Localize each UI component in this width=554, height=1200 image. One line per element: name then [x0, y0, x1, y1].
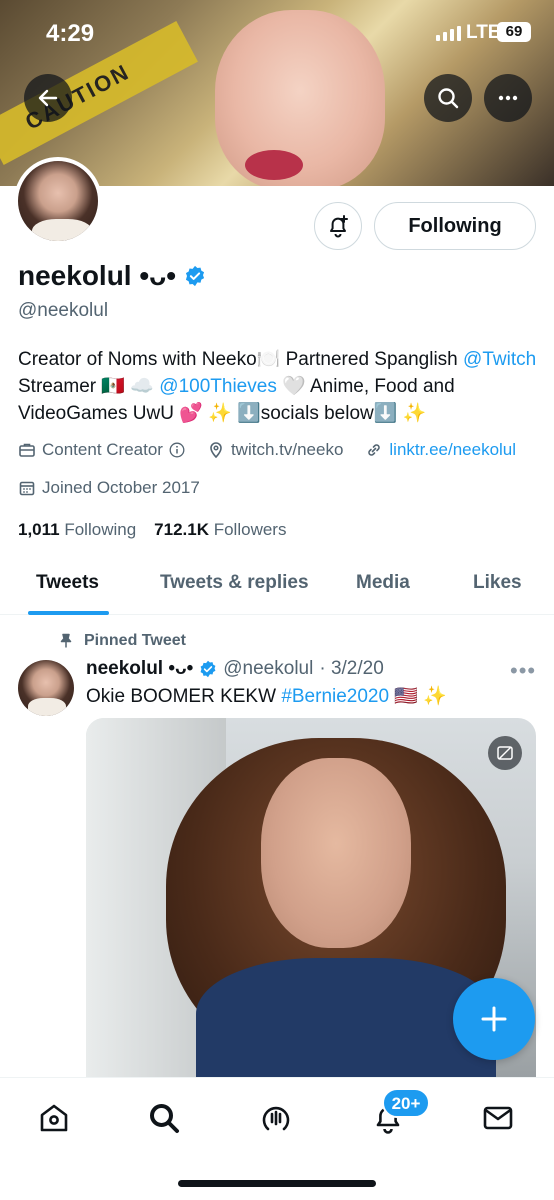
- search-icon: [150, 1104, 179, 1133]
- followers-count: 712.1K: [154, 520, 209, 539]
- profile-avatar[interactable]: [14, 157, 102, 245]
- tab-media[interactable]: Media: [356, 572, 410, 594]
- verified-badge-icon: [200, 660, 216, 678]
- hashtag-link[interactable]: #Bernie2020: [281, 686, 389, 707]
- profile-tabs: Tweets Tweets & replies Media Likes: [0, 556, 554, 615]
- messages-icon: [483, 1106, 513, 1130]
- followers-stat[interactable]: 712.1K Followers: [154, 520, 286, 540]
- nav-spaces[interactable]: [258, 1100, 294, 1136]
- profile-handle: @neekolul: [18, 300, 109, 321]
- followers-label: Followers: [213, 520, 287, 539]
- following-stat[interactable]: 1,011 Following: [18, 520, 136, 540]
- back-button[interactable]: [24, 74, 72, 122]
- tweet-author-avatar[interactable]: [18, 660, 74, 716]
- following-button[interactable]: Following: [374, 202, 536, 250]
- profile-bio: Creator of Noms with Neeko🍽️ Partnered S…: [18, 346, 538, 427]
- bio-text: Creator of Noms with Neeko🍽️ Partnered S…: [18, 349, 464, 370]
- tweet-more-icon[interactable]: •••: [510, 658, 536, 684]
- spaces-icon: [262, 1106, 290, 1131]
- pinned-label-row: Pinned Tweet: [58, 632, 186, 650]
- tab-tweets-replies[interactable]: Tweets & replies: [160, 572, 309, 594]
- nav-search[interactable]: [146, 1100, 182, 1136]
- active-tab-indicator: [28, 611, 109, 615]
- arrow-left-icon: [38, 89, 58, 107]
- gif-toggle-button[interactable]: [488, 736, 522, 770]
- tab-likes[interactable]: Likes: [473, 572, 522, 594]
- gif-icon: [497, 746, 513, 760]
- tweet-text: Okie BOOMER KEKW #Bernie2020 🇺🇸 ✨: [86, 684, 447, 708]
- profile-meta-row: Content Creator twitch.tv/neeko linktr.e…: [18, 440, 516, 460]
- status-bar: 4:29 LTE 69: [0, 0, 554, 66]
- tweet-date: · 3/2/20: [319, 658, 384, 679]
- joined-item: Joined October 2017: [18, 478, 200, 498]
- notification-badge: 20+: [382, 1088, 430, 1118]
- category-label: Content Creator: [42, 440, 163, 459]
- notifications-toggle-button[interactable]: [314, 202, 362, 250]
- nav-messages[interactable]: [480, 1100, 516, 1136]
- pin-icon: [60, 633, 72, 648]
- bio-text: Streamer 🇲🇽 ☁️: [18, 376, 160, 397]
- tweet-body: Okie BOOMER KEKW: [86, 686, 282, 707]
- signal-icon: [436, 26, 461, 41]
- following-count: 1,011: [18, 520, 60, 539]
- info-icon: [169, 442, 185, 458]
- more-button[interactable]: [484, 74, 532, 122]
- home-indicator: [178, 1180, 376, 1187]
- banner-lips: [245, 150, 303, 180]
- bell-plus-icon: [330, 215, 348, 238]
- search-icon: [438, 88, 459, 109]
- search-button[interactable]: [424, 74, 472, 122]
- battery-icon: 69: [497, 22, 531, 42]
- plus-icon: [481, 1006, 507, 1032]
- display-name: neekolul •ᴗ•: [18, 260, 177, 291]
- website-link[interactable]: linktr.ee/neekolul: [389, 440, 516, 460]
- following-label: Following: [64, 520, 137, 539]
- network-label: LTE: [466, 22, 501, 43]
- location-label: twitch.tv/neeko: [230, 440, 344, 459]
- home-icon: [40, 1104, 68, 1132]
- calendar-icon: [19, 481, 35, 496]
- more-icon: [498, 95, 518, 101]
- follow-stats: 1,011 Following 712.1K Followers: [18, 520, 286, 540]
- tweet-body-tail: 🇺🇸 ✨: [389, 686, 447, 707]
- website-item[interactable]: linktr.ee/neekolul: [365, 440, 516, 460]
- profile-name-row: neekolul •ᴗ•: [18, 260, 206, 292]
- verified-badge-icon: [186, 265, 205, 287]
- location-pin-icon: [210, 442, 222, 459]
- status-time: 4:29: [46, 20, 95, 47]
- link-icon: [368, 444, 381, 456]
- briefcase-icon: [19, 443, 35, 457]
- nav-home[interactable]: [36, 1100, 72, 1136]
- tweet-author-handle: @neekolul: [223, 658, 314, 679]
- category-item[interactable]: Content Creator: [18, 440, 185, 460]
- 100thieves-mention-link[interactable]: @100Thieves: [159, 376, 277, 397]
- pinned-label: Pinned Tweet: [84, 632, 186, 649]
- tab-tweets[interactable]: Tweets: [36, 572, 99, 594]
- tweet-author-name[interactable]: neekolul •ᴗ•: [86, 658, 193, 680]
- compose-tweet-button[interactable]: [453, 978, 535, 1060]
- twitch-mention-link[interactable]: @Twitch: [463, 349, 536, 370]
- joined-label: Joined October 2017: [42, 478, 200, 497]
- tweet-header: neekolul •ᴗ• @neekolul · 3/2/20: [86, 658, 384, 680]
- location-item: twitch.tv/neeko: [207, 440, 343, 460]
- joined-row: Joined October 2017: [18, 478, 200, 498]
